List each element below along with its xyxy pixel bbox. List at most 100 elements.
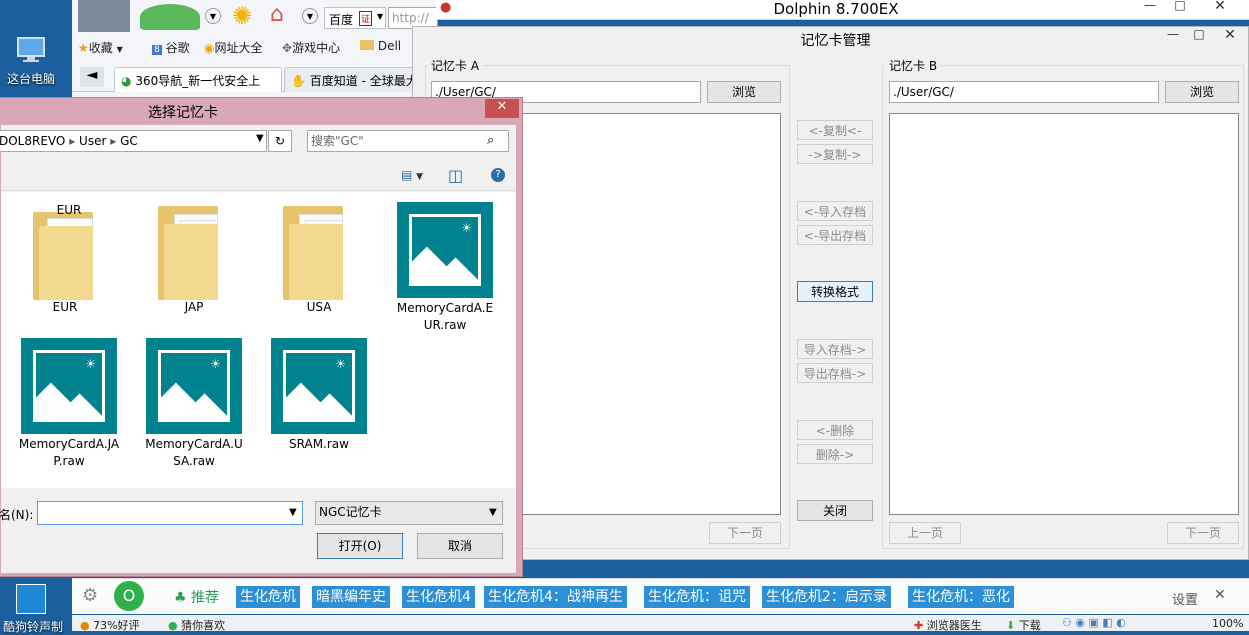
filename-input[interactable] xyxy=(37,501,303,525)
back-icon[interactable]: ◄ xyxy=(80,67,104,87)
360-icon: ◕ xyxy=(121,74,132,88)
game-link[interactable]: 生化危机2：启示录 xyxy=(762,586,891,608)
file-item-memorycard-eur[interactable]: ☀ MemoryCardA.EUR.raw xyxy=(393,202,493,338)
card-a-browse-button[interactable]: 浏览 xyxy=(707,81,781,103)
chevron-down-icon[interactable]: ▼ xyxy=(489,507,497,518)
card-b-next-page-button[interactable]: 下一页 xyxy=(1167,522,1239,544)
convert-format-button[interactable]: 转换格式 xyxy=(797,281,873,302)
minimize-button[interactable]: — xyxy=(1161,27,1185,41)
gear-icon[interactable]: ⚙ xyxy=(82,585,98,606)
close-button[interactable]: ✕ xyxy=(1200,0,1240,14)
game-link[interactable]: 暗黑编年史 xyxy=(312,586,390,608)
game-link[interactable]: 生化危机 xyxy=(236,586,300,608)
file-item-sram[interactable]: ☀ SRAM.raw xyxy=(267,338,371,474)
dropdown-icon[interactable]: ▼ xyxy=(302,8,318,24)
star-icon: ★ xyxy=(78,41,89,55)
close-button[interactable]: ✕ xyxy=(485,99,519,118)
open-button[interactable]: 打开(O) xyxy=(317,533,403,559)
import-right-button[interactable]: 导入存档-> xyxy=(797,339,873,359)
close-button[interactable]: ✕ xyxy=(1211,27,1249,43)
chevron-down-icon[interactable]: ▼ xyxy=(289,507,297,518)
card-a-label: 记忆卡 A xyxy=(427,57,484,74)
bookmark-games[interactable]: ✥游戏中心 xyxy=(282,39,340,56)
360-circle-icon[interactable]: O xyxy=(114,581,144,611)
breadcrumb-part[interactable]: GC xyxy=(120,134,138,148)
preview-pane-icon[interactable]: ◫ xyxy=(448,166,463,185)
export-left-button[interactable]: <-导出存档 xyxy=(797,225,873,245)
maximize-button[interactable]: □ xyxy=(1166,0,1194,12)
file-label: MemoryCardA.JAP.raw xyxy=(18,437,120,468)
dropdown-icon[interactable]: ▼ xyxy=(205,8,221,24)
chevron-right-icon: ▸ xyxy=(69,134,80,148)
game-link[interactable]: 生化危机：恶化 xyxy=(908,586,1014,608)
file-item-jap[interactable]: JAP xyxy=(146,202,242,318)
breadcrumb-part[interactable]: DOL8REVO xyxy=(0,134,65,148)
toolbar-icons[interactable]: ⚇ ◉ ▣ ◧ ◐ xyxy=(1062,616,1126,629)
plus-icon: ✚ xyxy=(914,619,924,632)
avatar[interactable] xyxy=(78,0,130,32)
card-a-next-page-button[interactable]: 下一页 xyxy=(709,522,781,544)
browser-window: ▼ ✺ ⌂ ▼ 百度 证 ▼ http:// ★收藏 ▼ 8 谷歌 ◉网址大全 … xyxy=(72,0,438,98)
settings-link[interactable]: 设置 xyxy=(1172,589,1198,608)
baidu-icon: ✋ xyxy=(291,74,306,88)
filetype-select[interactable]: NGC记忆卡 xyxy=(315,501,503,525)
help-icon[interactable]: ? xyxy=(491,168,505,182)
minimize-button[interactable]: — xyxy=(1136,0,1164,12)
game-link[interactable]: 生化危机4：战神再生 xyxy=(484,586,627,608)
recommend-label[interactable]: ♣ 推荐 xyxy=(174,587,219,607)
file-picker-dialog: 选择记忆卡 ✕ DOL8REVO ▸ User ▸ GC ▼ ↻ 搜索"GC" … xyxy=(0,97,523,577)
game-link[interactable]: 生化危机4 xyxy=(402,586,475,608)
search-input[interactable]: 搜索"GC" xyxy=(307,130,509,152)
taskbar-app-label: 酷狗铃声制 xyxy=(2,620,63,634)
delete-left-button[interactable]: <-删除 xyxy=(797,420,873,440)
cancel-button[interactable]: 取消 xyxy=(417,533,503,559)
desktop-this-pc[interactable]: 这台电脑 xyxy=(0,30,62,90)
app-icon xyxy=(16,584,46,614)
bookmark-bar: ★收藏 ▼ 8 谷歌 ◉网址大全 ✥游戏中心 Dell xyxy=(78,36,438,58)
card-b-browse-button[interactable]: 浏览 xyxy=(1165,81,1239,103)
file-label: MemoryCardA.USA.raw xyxy=(145,437,243,468)
import-left-button[interactable]: <-导入存档 xyxy=(797,201,873,221)
tab-360[interactable]: ◕ 360导航_新一代安全上 xyxy=(114,67,282,92)
sites-icon: ◉ xyxy=(204,41,215,55)
browser-game-bar: ⚙ O ♣ 推荐 生化危机 暗黑编年史 生化危机4 生化危机4：战神再生 生化危… xyxy=(72,578,1249,614)
file-item-memorycard-jap[interactable]: ☀ MemoryCardA.JAP.raw xyxy=(17,338,121,474)
card-b-prev-page-button[interactable]: 上一页 xyxy=(889,522,961,544)
home-icon[interactable]: ⌂ xyxy=(270,2,284,27)
clover-icon[interactable] xyxy=(140,4,200,30)
file-label: SRAM.raw xyxy=(289,437,349,451)
bookmark-sites[interactable]: ◉网址大全 xyxy=(204,39,263,56)
maximize-button[interactable]: □ xyxy=(1187,27,1211,41)
browser-status-bar: ● 73%好评 ● 猜你喜欢 ✚ 浏览器医生 ⬇ 下载 ⚇ ◉ ▣ ◧ ◐ 10… xyxy=(72,615,1249,632)
taskbar-app[interactable]: 酷狗铃声制 xyxy=(0,580,72,634)
close-button[interactable]: 关闭 xyxy=(797,500,873,521)
delete-right-button[interactable]: 删除-> xyxy=(797,444,873,464)
search-engine-box[interactable]: 百度 证 ▼ xyxy=(324,7,386,29)
export-right-button[interactable]: 导出存档-> xyxy=(797,363,873,383)
bookmark-dell[interactable]: Dell xyxy=(360,39,401,53)
bookmark-google[interactable]: 8 谷歌 xyxy=(152,39,190,56)
search-icon[interactable]: ⌕ xyxy=(487,133,494,148)
close-icon[interactable]: ✕ xyxy=(1214,587,1226,603)
card-b-path-input[interactable]: ./User/GC/ xyxy=(889,81,1159,103)
breadcrumb[interactable]: DOL8REVO ▸ User ▸ GC xyxy=(0,130,267,152)
game-link[interactable]: 生化危机：诅咒 xyxy=(644,586,750,608)
copy-left-button[interactable]: <-复制<- xyxy=(797,120,873,140)
refresh-button[interactable]: ↻ xyxy=(268,130,292,152)
file-item-memorycard-usa[interactable]: ☀ MemoryCardA.USA.raw xyxy=(142,338,246,474)
file-item-usa[interactable]: USA xyxy=(271,202,367,318)
this-pc-label: 这台电脑 xyxy=(6,72,55,86)
sunflower-icon[interactable]: ✺ xyxy=(232,2,252,30)
view-options-icon[interactable]: ▤ ▼ xyxy=(401,168,423,182)
gamepad-icon: ✥ xyxy=(282,41,293,55)
download-icon: ⬇ xyxy=(1006,619,1016,632)
breadcrumb-part[interactable]: User xyxy=(79,134,106,148)
bookmark-favorites[interactable]: ★收藏 ▼ xyxy=(78,39,123,56)
chevron-down-icon[interactable]: ▼ xyxy=(256,133,264,144)
card-b-listbox[interactable] xyxy=(889,113,1239,515)
picker-toolbar: ▤ ▼ ◫ ? xyxy=(1,161,516,191)
google-icon: 8 xyxy=(152,45,162,55)
zoom-status[interactable]: 100% xyxy=(1212,617,1243,630)
copy-right-button[interactable]: ->复制-> xyxy=(797,144,873,164)
thumbs-up-icon: ♣ xyxy=(174,590,187,606)
